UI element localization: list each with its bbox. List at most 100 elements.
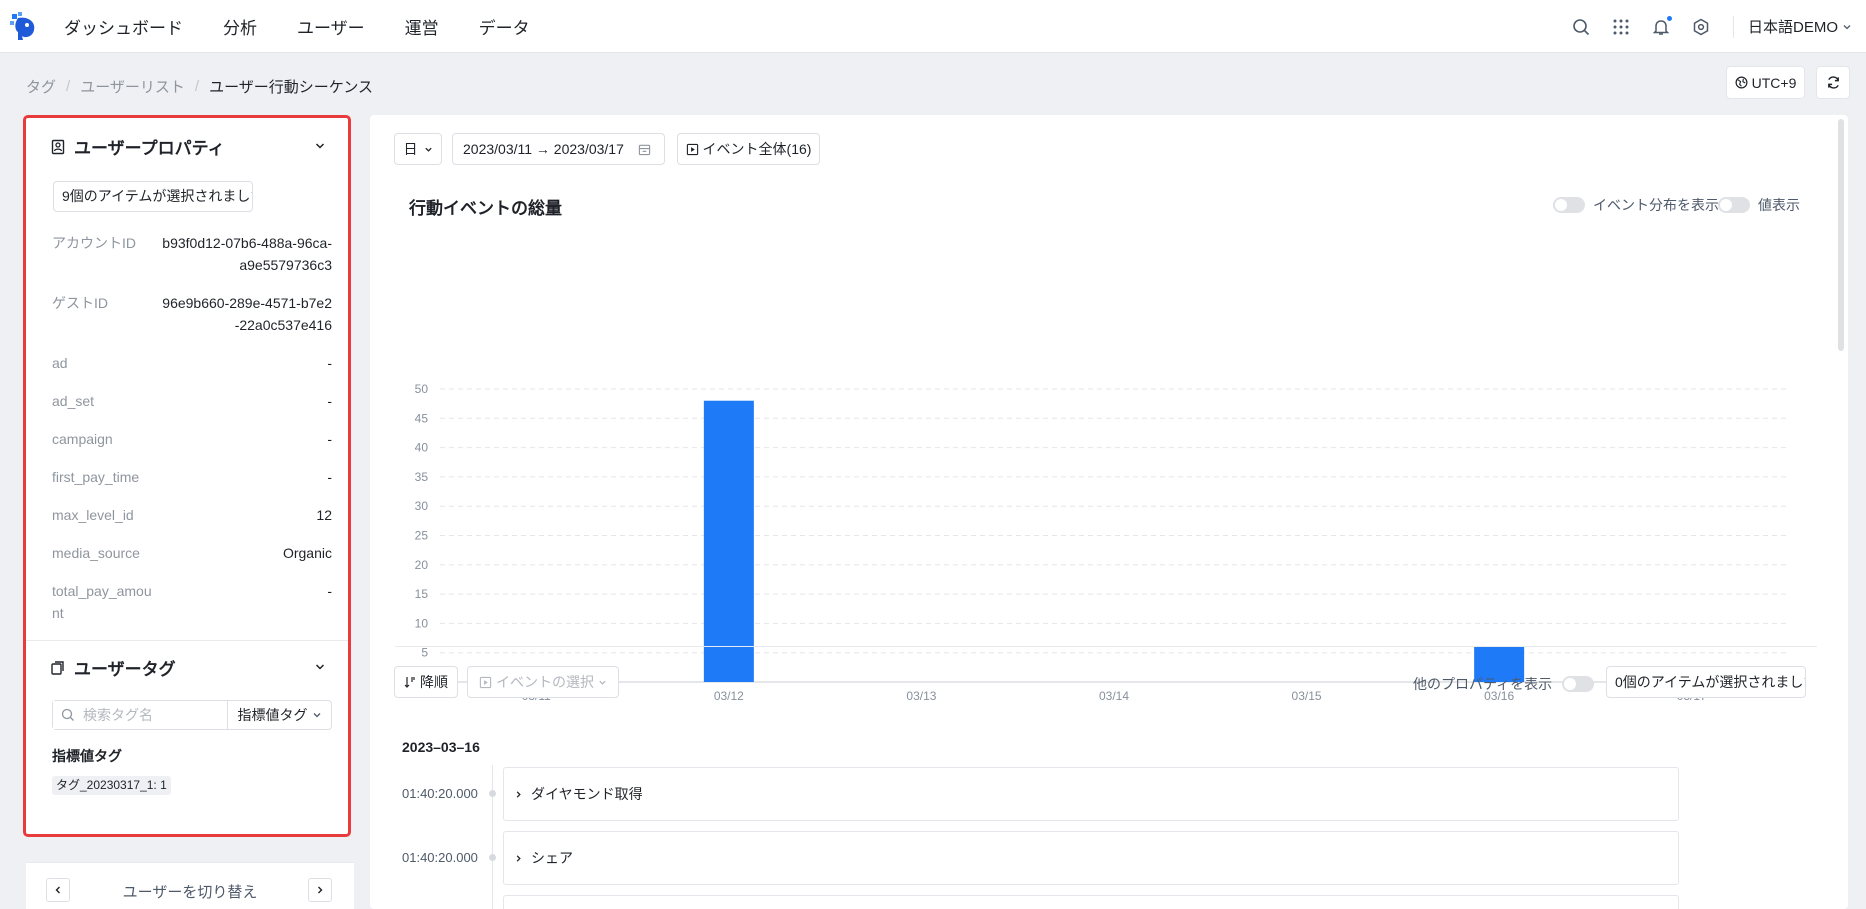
- tag-chip: タグ_20230317_1: 1: [52, 776, 171, 795]
- sort-label: 降順: [420, 674, 448, 690]
- prop-value: -: [327, 355, 332, 371]
- nav-analysis[interactable]: 分析: [223, 14, 257, 39]
- nav-data[interactable]: データ: [479, 14, 530, 39]
- tag-search-input[interactable]: [53, 701, 227, 729]
- distribution-switch[interactable]: [1553, 197, 1585, 213]
- section-divider: [395, 646, 1817, 647]
- property-select[interactable]: 9個のアイテムが選択されました: [53, 181, 253, 212]
- prop-value: -: [327, 469, 332, 485]
- calendar-icon: [638, 144, 651, 155]
- timezone-label: UTC+9: [1751, 74, 1797, 91]
- y-tick-label: 20: [415, 558, 429, 572]
- chevron-right-icon: [516, 790, 521, 798]
- event-card-diamond[interactable]: ダイヤモンド取得: [503, 767, 1679, 821]
- section-divider: [26, 640, 348, 641]
- prop-row-ad-set: ad_set -: [52, 390, 332, 412]
- prop-row-first-pay-time: first_pay_time -: [52, 466, 332, 488]
- language-switcher[interactable]: 日本語DEMO: [1748, 16, 1852, 37]
- event-name: ダイヤモンド取得: [531, 786, 643, 802]
- brand-logo-icon[interactable]: [10, 12, 36, 40]
- user-tags-header: ユーザータグ: [50, 655, 176, 680]
- values-toggle[interactable]: 値表示: [1718, 195, 1800, 215]
- gear-icon[interactable]: [1691, 17, 1711, 37]
- other-props-switch[interactable]: [1562, 676, 1595, 692]
- apps-grid-icon[interactable]: [1611, 17, 1631, 37]
- y-tick-label: 15: [415, 587, 429, 601]
- event-filter-button[interactable]: イベント全体(16): [677, 133, 820, 165]
- bell-icon[interactable]: [1651, 14, 1673, 37]
- event-card-partial[interactable]: [503, 895, 1679, 909]
- values-toggle-label: 値表示: [1758, 197, 1800, 213]
- prop-row-account-id: アカウントID b93f0d12-07b6-488a-96ca-a9e55797…: [52, 232, 332, 276]
- timeline-line: [492, 765, 493, 909]
- y-tick-label: 40: [415, 441, 429, 455]
- prop-key: ad_set: [52, 393, 95, 409]
- x-tick-label: 03/12: [714, 689, 744, 703]
- top-navigation: ダッシュボード 分析 ユーザー 運営 データ 日本語DEMO: [0, 0, 1866, 53]
- sort-button[interactable]: 降順: [394, 666, 458, 698]
- granularity-select[interactable]: 日: [394, 133, 442, 165]
- prop-key: ゲストID: [52, 295, 108, 311]
- y-tick-label: 10: [415, 616, 429, 630]
- tag-type-select[interactable]: 指標値タグ: [227, 701, 331, 729]
- x-tick-label: 03/14: [1099, 689, 1129, 703]
- notification-dot: [1665, 14, 1673, 22]
- event-time: 01:40:20.000: [402, 850, 478, 865]
- main-menu: ダッシュボード 分析 ユーザー 運営 データ: [64, 0, 530, 53]
- next-user-button[interactable]: [308, 878, 332, 902]
- refresh-button[interactable]: [1816, 66, 1850, 99]
- event-select-label: イベントの選択: [496, 674, 594, 690]
- nav-divider: [1732, 15, 1734, 38]
- prop-row-total-pay-amount: total_pay_amount -: [52, 580, 332, 624]
- prop-value: 12: [316, 507, 332, 523]
- event-card-share[interactable]: シェア: [503, 831, 1679, 885]
- property-multiselect-label: 0個のアイテムが選択されました: [1615, 674, 1806, 690]
- bar: [703, 400, 754, 682]
- other-props-toggle[interactable]: 他のプロパティを表示: [1413, 674, 1595, 694]
- breadcrumb-current: ユーザー行動シーケンス: [209, 79, 374, 96]
- search-icon[interactable]: [1571, 17, 1591, 37]
- chevron-right-icon: [516, 854, 521, 862]
- prop-value: b93f0d12-07b6-488a-96ca-a9e5579736c3: [162, 235, 332, 273]
- prop-row-ad: ad -: [52, 352, 332, 374]
- breadcrumb-tags[interactable]: タグ: [26, 76, 56, 97]
- prop-key: first_pay_time: [52, 469, 140, 485]
- nav-users[interactable]: ユーザー: [297, 14, 365, 39]
- prop-row-guest-id: ゲストID 96e9b660-289e-4571-b7e2-22a0c537e4…: [52, 292, 332, 336]
- values-switch[interactable]: [1718, 197, 1750, 213]
- collapse-properties-icon[interactable]: [314, 140, 326, 152]
- event-name: シェア: [531, 850, 573, 866]
- chevron-down-icon: [313, 713, 320, 718]
- collapse-tags-icon[interactable]: [314, 661, 326, 673]
- tag-group-title: 指標値タグ: [52, 748, 122, 764]
- granularity-label: 日: [403, 141, 418, 157]
- nav-dashboard[interactable]: ダッシュボード: [64, 14, 183, 39]
- breadcrumb-separator: /: [66, 78, 71, 95]
- property-multiselect[interactable]: 0個のアイテムが選択されました: [1606, 666, 1806, 698]
- y-tick-label: 50: [415, 382, 429, 396]
- prop-key: total_pay_amount: [52, 583, 152, 621]
- tag-search-group: 指標値タグ: [52, 700, 332, 730]
- y-tick-label: 30: [415, 499, 429, 513]
- prop-key: max_level_id: [52, 507, 134, 523]
- date-range-picker[interactable]: 2023/03/11 → 2023/03/17: [452, 133, 665, 165]
- x-tick-label: 03/13: [906, 689, 936, 703]
- distribution-toggle[interactable]: イベント分布を表示: [1553, 195, 1719, 215]
- prop-value: -: [327, 431, 332, 447]
- event-time: 01:40:20.000: [402, 786, 478, 801]
- timezone-button[interactable]: UTC+9: [1726, 66, 1805, 99]
- refresh-icon: [1827, 76, 1839, 89]
- other-props-label: 他のプロパティを表示: [1413, 676, 1553, 692]
- event-filter-label: イベント全体(16): [702, 141, 812, 157]
- chevron-down-icon: [1843, 24, 1851, 29]
- event-select[interactable]: イベントの選択: [467, 666, 619, 698]
- nav-operations[interactable]: 運営: [405, 14, 439, 39]
- main-content: 日 2023/03/11 → 2023/03/17 イベント全体(16) 行動イ…: [370, 115, 1848, 909]
- search-icon: [61, 708, 74, 721]
- y-tick-label: 5: [421, 646, 428, 660]
- timeline-dot: [489, 790, 496, 797]
- globe-icon: [1735, 76, 1748, 89]
- breadcrumb-user-list[interactable]: ユーザーリスト: [80, 76, 185, 97]
- chevron-down-icon: [599, 680, 606, 685]
- prop-value: -: [327, 583, 332, 599]
